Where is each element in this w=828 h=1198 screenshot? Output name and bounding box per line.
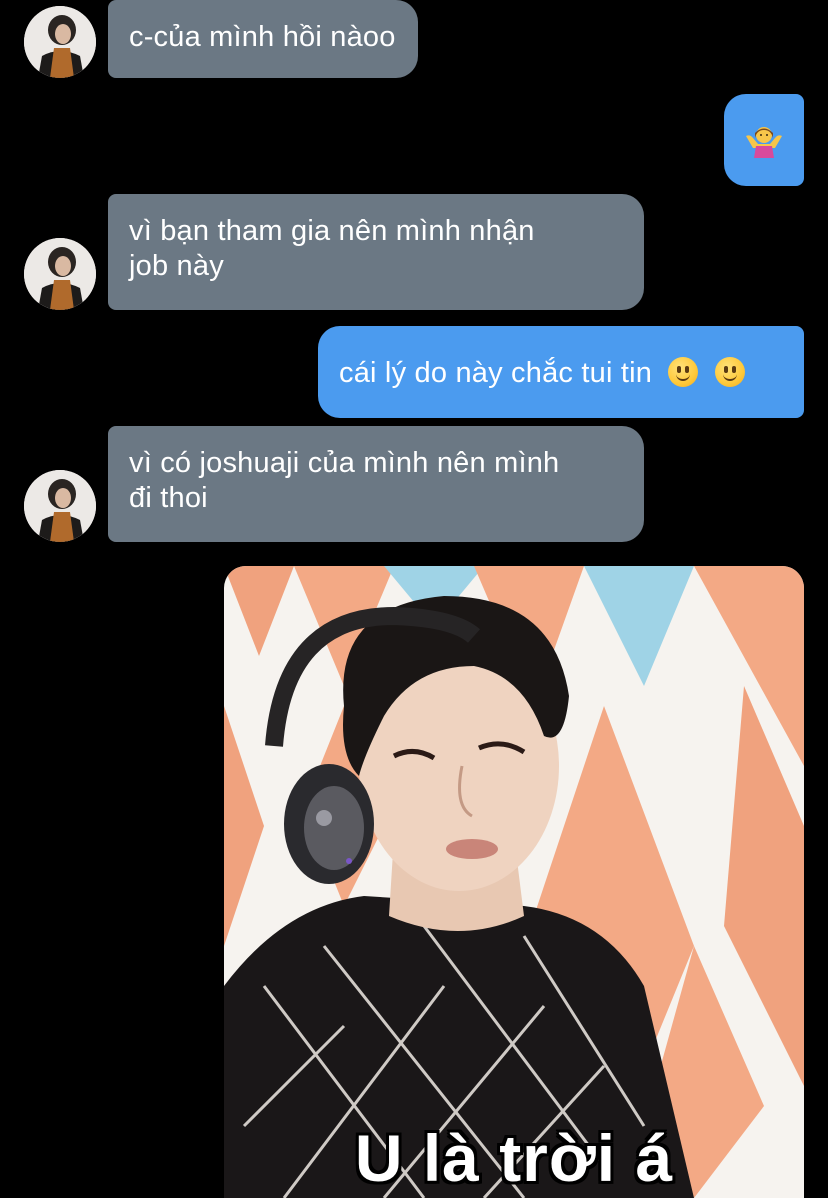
slightly-smiling-face-icon bbox=[668, 357, 699, 387]
sender-avatar[interactable] bbox=[24, 6, 96, 78]
sender-avatar[interactable] bbox=[24, 238, 96, 310]
sender-avatar[interactable] bbox=[24, 470, 96, 542]
incoming-message-bubble[interactable]: vì có joshuaji của mình nên mình đi thoi bbox=[108, 426, 644, 542]
avatar-image bbox=[24, 238, 96, 310]
incoming-message-bubble[interactable]: vì bạn tham gia nên mình nhận job này bbox=[108, 194, 644, 310]
slightly-smiling-face-icon bbox=[714, 357, 745, 387]
message-text-line: vì bạn tham gia nên mình nhận bbox=[129, 215, 535, 247]
avatar-image bbox=[24, 470, 96, 542]
meme-caption: U là trời á bbox=[354, 1121, 674, 1195]
message-text-line: vì có joshuaji của mình nên mình bbox=[129, 447, 560, 479]
outgoing-message-bubble[interactable]: cái lý do này chắc tui tin bbox=[318, 326, 804, 418]
message-text-line: đi thoi bbox=[129, 482, 208, 514]
avatar-image bbox=[24, 6, 96, 78]
message-text: c-của mình hồi nàoo bbox=[129, 21, 396, 53]
meme-image-message[interactable]: U là trời á bbox=[224, 566, 804, 1198]
meme-photo bbox=[224, 566, 804, 1198]
incoming-message-bubble[interactable]: c-của mình hồi nàoo bbox=[108, 0, 418, 78]
message-text-line: job này bbox=[129, 250, 224, 282]
message-text: cái lý do này chắc tui tin bbox=[339, 357, 653, 389]
person-shrugging-emoji-icon bbox=[744, 124, 784, 167]
outgoing-message-bubble[interactable] bbox=[724, 94, 804, 186]
